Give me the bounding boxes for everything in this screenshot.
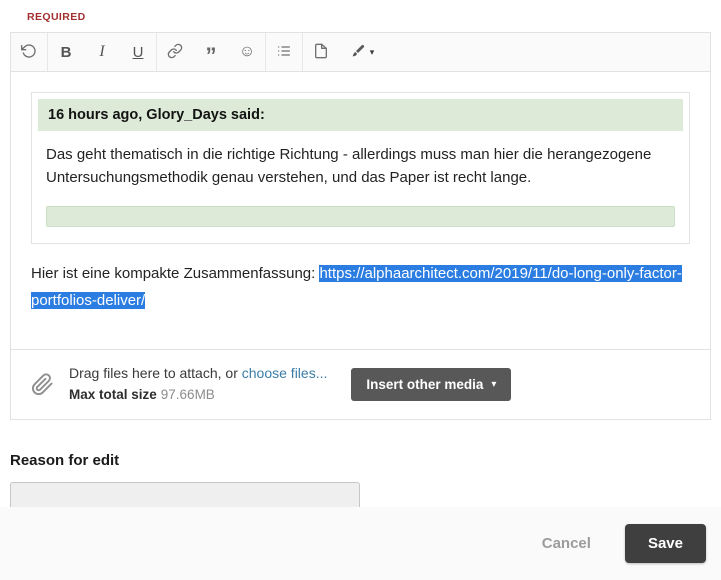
bold-button[interactable]: B	[48, 33, 84, 71]
emoji-icon: ☺	[239, 43, 255, 61]
save-button[interactable]: Save	[625, 524, 706, 563]
underline-button[interactable]: U	[120, 33, 156, 71]
attachment-area: Drag files here to attach, or choose fil…	[11, 349, 710, 419]
insert-media-label: Insert other media	[366, 377, 483, 392]
required-label: REQUIRED	[27, 11, 711, 23]
page-button[interactable]	[303, 33, 339, 71]
chevron-down-icon: ▾	[370, 47, 375, 58]
editor-toolbar: B I U ” ☺	[11, 33, 710, 72]
insert-media-button[interactable]: Insert other media ▾	[351, 368, 511, 401]
editor-paragraph: Hier ist eine kompakte Zusammenfassung: …	[31, 260, 690, 316]
paragraph-text: Hier ist eine kompakte Zusammenfassung:	[31, 265, 319, 282]
reason-for-edit-section: Reason for edit	[10, 452, 711, 512]
quote-button[interactable]: ”	[193, 33, 229, 71]
quote-block: 16 hours ago, Glory_Days said: Das geht …	[31, 92, 690, 244]
link-button[interactable]	[157, 33, 193, 71]
attach-instructions: Drag files here to attach, or choose fil…	[69, 363, 327, 406]
nested-quote-placeholder	[46, 206, 675, 227]
list-icon	[276, 43, 292, 62]
cancel-button[interactable]: Cancel	[536, 534, 597, 553]
max-size-value: 97.66MB	[161, 387, 215, 402]
paint-brush-icon	[350, 43, 366, 62]
file-icon	[313, 43, 329, 62]
quote-body: Das geht thematisch in die richtige Rich…	[38, 131, 683, 192]
reason-for-edit-label: Reason for edit	[10, 452, 711, 469]
rich-text-editor[interactable]: 16 hours ago, Glory_Days said: Das geht …	[11, 72, 710, 329]
undo-button[interactable]	[11, 33, 47, 71]
choose-files-link[interactable]: choose files...	[242, 365, 328, 381]
quote-citation: 16 hours ago, Glory_Days said:	[38, 99, 683, 131]
format-brush-button[interactable]: ▾	[339, 33, 385, 71]
post-composer: B I U ” ☺	[10, 32, 711, 420]
edit-post-form: REQUIRED B I U ” ☺	[0, 0, 721, 512]
chevron-down-icon: ▾	[491, 379, 496, 390]
list-button[interactable]	[266, 33, 302, 71]
drag-files-text: Drag files here to attach, or	[69, 365, 242, 381]
emoji-button[interactable]: ☺	[229, 33, 265, 71]
paperclip-icon	[31, 373, 54, 396]
undo-icon	[21, 43, 37, 62]
link-icon	[167, 43, 183, 62]
italic-button[interactable]: I	[84, 33, 120, 71]
max-size-label: Max total size	[69, 387, 157, 402]
form-footer: Cancel Save	[0, 507, 721, 580]
